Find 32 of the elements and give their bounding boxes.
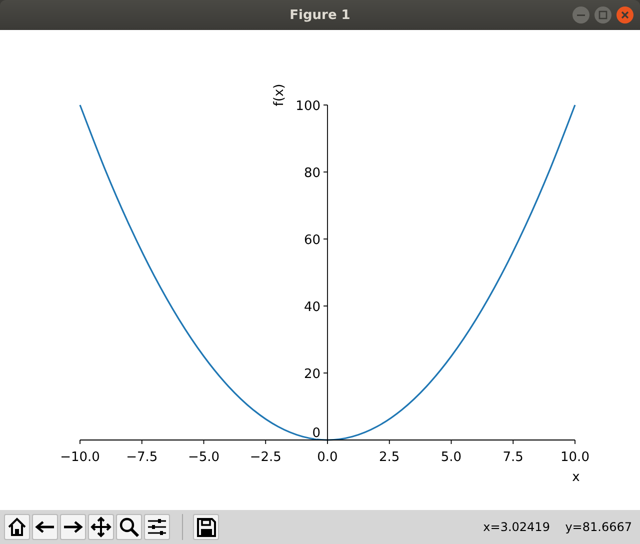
tick-label: 100 [296, 99, 320, 114]
zoom-button[interactable] [116, 514, 142, 540]
cursor-coordinates: x=3.02419 y=81.6667 [483, 520, 632, 534]
axis-label: f(x) [272, 84, 287, 106]
home-icon [6, 516, 28, 538]
axis-label: x [572, 470, 580, 485]
tick-label: 7.5 [502, 450, 524, 465]
zoom-icon [118, 516, 140, 538]
tick-label: 10.0 [560, 450, 590, 465]
tick-label: 0 [312, 426, 320, 441]
tick-label: 5.0 [440, 450, 462, 465]
tick-label: −2.5 [250, 450, 282, 465]
tick-label: −10.0 [60, 450, 100, 465]
tick-label: 40 [304, 300, 320, 315]
tick-label: 20 [304, 367, 320, 382]
close-icon[interactable] [616, 6, 634, 24]
save-icon [195, 516, 217, 538]
back-button[interactable] [32, 514, 58, 540]
sliders-icon [146, 516, 168, 538]
tick-label: −5.0 [188, 450, 220, 465]
save-button[interactable] [193, 514, 219, 540]
tick-label: 0.0 [317, 450, 338, 465]
configure-button[interactable] [144, 514, 170, 540]
tick-label: 2.5 [379, 450, 400, 465]
home-button[interactable] [4, 514, 30, 540]
pan-button[interactable] [88, 514, 114, 540]
move-icon [90, 516, 112, 538]
forward-button[interactable] [60, 514, 86, 540]
tick-label: 60 [304, 233, 320, 248]
tick-label: −7.5 [126, 450, 158, 465]
tick-label: 80 [304, 166, 320, 181]
window-title: Figure 1 [290, 8, 350, 22]
